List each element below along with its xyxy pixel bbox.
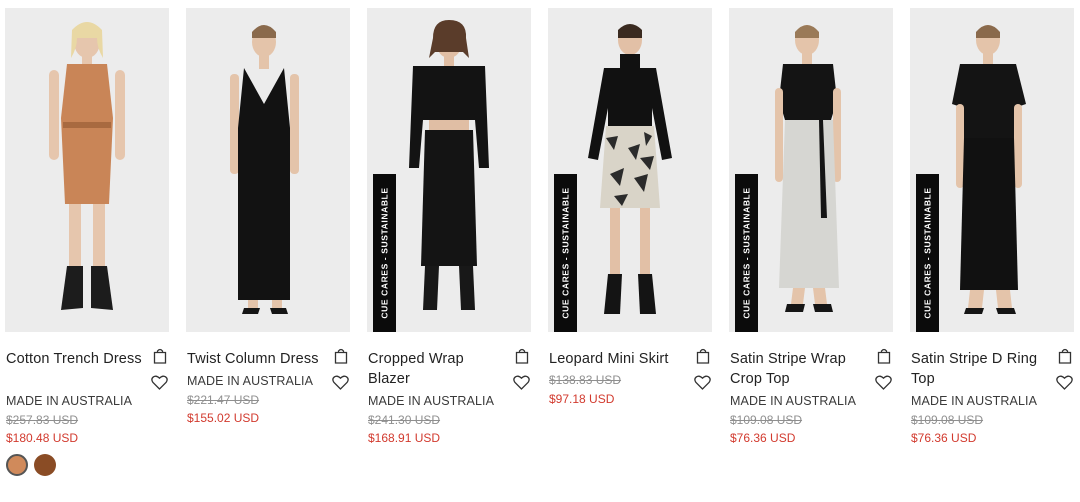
shopping-bag-icon[interactable] — [334, 348, 348, 364]
shopping-bag-icon[interactable] — [696, 348, 710, 364]
original-price: $109.08 USD — [911, 413, 984, 427]
product-name[interactable]: Cropped Wrap Blazer — [368, 349, 506, 389]
product-image[interactable]: CUE CARES - SUSTAINABLE — [910, 8, 1074, 332]
color-swatch-tan[interactable] — [6, 454, 28, 476]
heart-icon[interactable] — [875, 375, 892, 390]
shopping-bag-icon[interactable] — [515, 348, 529, 364]
heart-icon[interactable] — [151, 375, 168, 390]
sustainable-badge: CUE CARES - SUSTAINABLE — [735, 174, 758, 332]
product-image[interactable] — [5, 8, 169, 332]
product-grid: Cotton Trench Dress MADE IN AUSTRALIA $2… — [0, 0, 1080, 502]
sale-price: $168.91 USD — [368, 431, 441, 445]
original-price: $138.83 USD — [549, 373, 622, 387]
model-figure — [49, 22, 125, 310]
shopping-bag-icon[interactable] — [1058, 348, 1072, 364]
product-card[interactable]: Twist Column Dress MADE IN AUSTRALIA $22… — [186, 8, 350, 482]
original-price: $257.83 USD — [6, 413, 79, 427]
product-name[interactable]: Cotton Trench Dress — [6, 349, 144, 369]
original-price: $221.47 USD — [187, 393, 260, 407]
original-price: $109.08 USD — [730, 413, 803, 427]
sale-price: $76.36 USD — [911, 431, 977, 445]
product-card[interactable]: CUE CARES - SUSTAINABLE Leopard Mini Ski… — [548, 8, 712, 482]
heart-icon[interactable] — [1056, 375, 1073, 390]
product-image[interactable]: CUE CARES - SUSTAINABLE — [729, 8, 893, 332]
sale-price: $76.36 USD — [730, 431, 796, 445]
product-card[interactable]: CUE CARES - SUSTAINABLE Satin Stripe Wra… — [729, 8, 893, 482]
heart-icon[interactable] — [694, 375, 711, 390]
sustainable-badge: CUE CARES - SUSTAINABLE — [916, 174, 939, 332]
product-name[interactable]: Leopard Mini Skirt — [549, 349, 687, 369]
product-card[interactable]: CUE CARES - SUSTAINABLE Satin Stripe D R… — [910, 8, 1074, 482]
product-name[interactable]: Satin Stripe D Ring Top — [911, 349, 1049, 389]
product-image[interactable]: CUE CARES - SUSTAINABLE — [367, 8, 531, 332]
heart-icon[interactable] — [513, 375, 530, 390]
product-name[interactable]: Satin Stripe Wrap Crop Top — [730, 349, 868, 389]
shopping-bag-icon[interactable] — [153, 348, 167, 364]
sustainable-badge: CUE CARES - SUSTAINABLE — [373, 174, 396, 332]
sustainable-badge: CUE CARES - SUSTAINABLE — [554, 174, 577, 332]
product-image[interactable]: CUE CARES - SUSTAINABLE — [548, 8, 712, 332]
color-swatch-brown[interactable] — [34, 454, 56, 476]
product-name[interactable]: Twist Column Dress — [187, 349, 325, 369]
model-figure — [230, 25, 299, 314]
made-in-label: MADE IN AUSTRALIA — [730, 394, 857, 408]
made-in-label: MADE IN AUSTRALIA — [6, 394, 133, 408]
product-card[interactable]: CUE CARES - SUSTAINABLE Cropped Wrap Bla… — [367, 8, 531, 482]
product-image[interactable] — [186, 8, 350, 332]
sale-price: $97.18 USD — [549, 392, 615, 406]
heart-icon[interactable] — [332, 375, 349, 390]
sale-price: $155.02 USD — [187, 411, 260, 425]
shopping-bag-icon[interactable] — [877, 348, 891, 364]
sale-price: $180.48 USD — [6, 431, 79, 445]
product-card[interactable]: Cotton Trench Dress MADE IN AUSTRALIA $2… — [5, 8, 169, 482]
original-price: $241.30 USD — [368, 413, 441, 427]
made-in-label: MADE IN AUSTRALIA — [187, 374, 314, 388]
made-in-label: MADE IN AUSTRALIA — [911, 394, 1038, 408]
made-in-label: MADE IN AUSTRALIA — [368, 394, 495, 408]
